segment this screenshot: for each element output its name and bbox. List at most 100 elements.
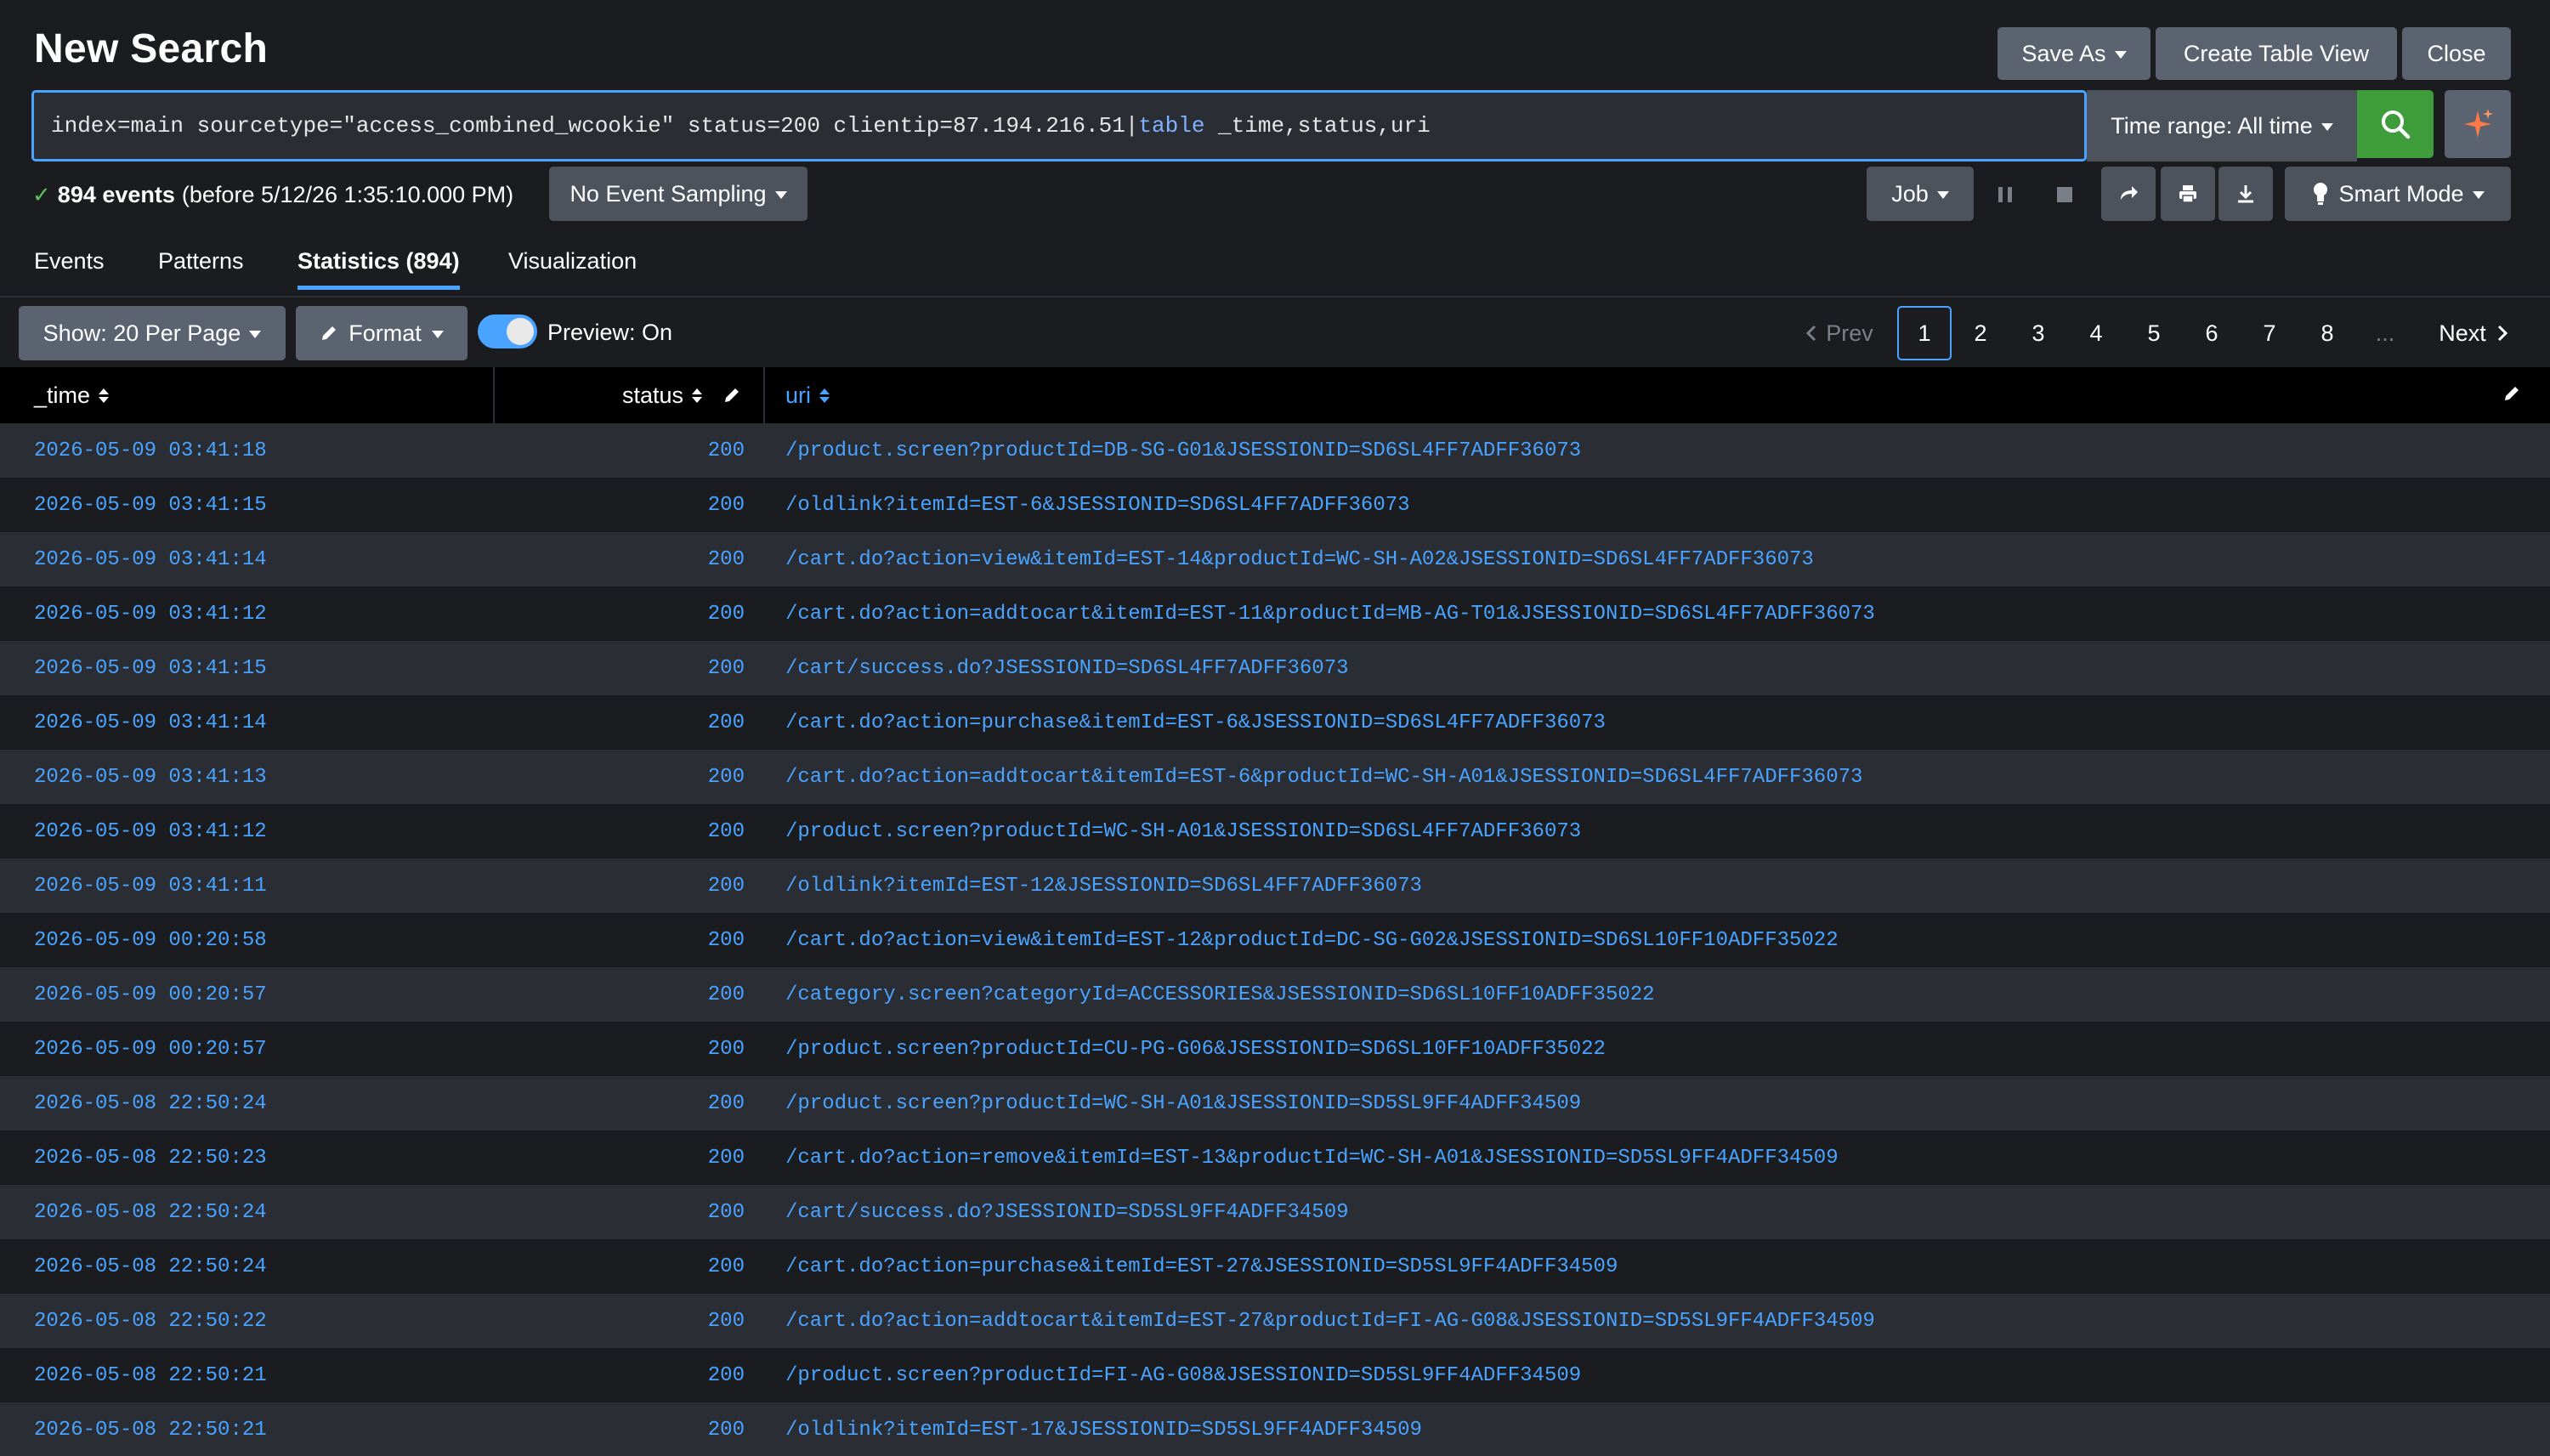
cell-status[interactable]: 200 (496, 478, 745, 532)
cell-uri[interactable]: /cart.do?action=view&itemId=EST-12&produ… (785, 913, 1839, 967)
time-range-picker[interactable]: Time range: All time (2087, 90, 2357, 161)
cell-uri[interactable]: /oldlink?itemId=EST-17&JSESSIONID=SD5SL9… (785, 1402, 1422, 1456)
cell-time[interactable]: 2026-05-09 00:20:58 (34, 913, 267, 967)
event-sampling-dropdown[interactable]: No Event Sampling (549, 167, 808, 221)
cell-status[interactable]: 200 (496, 1185, 745, 1239)
cell-uri[interactable]: /product.screen?productId=WC-SH-A01&JSES… (785, 804, 1581, 858)
cell-time[interactable]: 2026-05-09 00:20:57 (34, 967, 267, 1022)
page-button-6[interactable]: 6 (2184, 306, 2239, 360)
share-button[interactable] (2101, 167, 2156, 221)
sort-icon (692, 388, 702, 403)
cell-status[interactable]: 200 (496, 1076, 745, 1130)
cell-uri[interactable]: /product.screen?productId=CU-PG-G06&JSES… (785, 1022, 1606, 1076)
cell-uri[interactable]: /cart/success.do?JSESSIONID=SD6SL4FF7ADF… (785, 641, 1349, 695)
cell-time[interactable]: 2026-05-09 03:41:14 (34, 532, 267, 586)
search-button[interactable] (2357, 90, 2434, 158)
cell-status[interactable]: 200 (496, 695, 745, 750)
cell-uri[interactable]: /oldlink?itemId=EST-12&JSESSIONID=SD6SL4… (785, 858, 1422, 913)
cell-time[interactable]: 2026-05-08 22:50:24 (34, 1185, 267, 1239)
cell-time[interactable]: 2026-05-08 22:50:21 (34, 1402, 267, 1456)
cell-uri[interactable]: /product.screen?productId=FI-AG-G08&JSES… (785, 1348, 1581, 1402)
pencil-icon[interactable] (722, 386, 741, 405)
export-button[interactable] (2218, 167, 2273, 221)
cell-uri[interactable]: /cart.do?action=view&itemId=EST-14&produ… (785, 532, 1814, 586)
cell-uri[interactable]: /product.screen?productId=DB-SG-G01&JSES… (785, 423, 1581, 478)
print-button[interactable] (2161, 167, 2215, 221)
cell-uri[interactable]: /product.screen?productId=WC-SH-A01&JSES… (785, 1076, 1581, 1130)
cell-uri[interactable]: /cart/success.do?JSESSIONID=SD5SL9FF4ADF… (785, 1185, 1349, 1239)
page-button-3[interactable]: 3 (2011, 306, 2066, 360)
page-button-8[interactable]: 8 (2300, 306, 2354, 360)
cell-time[interactable]: 2026-05-08 22:50:24 (34, 1076, 267, 1130)
save-as-button[interactable]: Save As (1998, 27, 2150, 80)
cell-uri[interactable]: /oldlink?itemId=EST-6&JSESSIONID=SD6SL4F… (785, 478, 1410, 532)
table-row: 2026-05-09 03:41:13 200/cart.do?action=ad… (0, 750, 2550, 804)
pencil-icon[interactable] (2502, 384, 2521, 403)
cell-status[interactable]: 200 (496, 1402, 745, 1456)
cell-time[interactable]: 2026-05-09 00:20:57 (34, 1022, 267, 1076)
cell-status[interactable]: 200 (496, 641, 745, 695)
page-button-2[interactable]: 2 (1953, 306, 2008, 360)
cell-time[interactable]: 2026-05-09 03:41:12 (34, 586, 267, 641)
cell-status[interactable]: 200 (496, 423, 745, 478)
cell-status[interactable]: 200 (496, 913, 745, 967)
prev-page-button[interactable]: Prev (1797, 306, 1882, 360)
cell-time[interactable]: 2026-05-08 22:50:21 (34, 1348, 267, 1402)
save-as-label: Save As (2021, 40, 2106, 66)
stop-icon[interactable] (2052, 182, 2077, 207)
cell-status[interactable]: 200 (496, 1239, 745, 1294)
cell-status[interactable]: 200 (496, 1022, 745, 1076)
cell-time[interactable]: 2026-05-09 03:41:14 (34, 695, 267, 750)
page-button-5[interactable]: 5 (2127, 306, 2181, 360)
cell-uri[interactable]: /category.screen?categoryId=ACCESSORIES&… (785, 967, 1655, 1022)
cell-time[interactable]: 2026-05-08 22:50:22 (34, 1294, 267, 1348)
cell-time[interactable]: 2026-05-09 03:41:13 (34, 750, 267, 804)
cell-uri[interactable]: /cart.do?action=addtocart&itemId=EST-11&… (785, 586, 1875, 641)
page-button-7[interactable]: 7 (2242, 306, 2297, 360)
cell-status[interactable]: 200 (496, 586, 745, 641)
cell-time[interactable]: 2026-05-08 22:50:24 (34, 1239, 267, 1294)
tab-patterns[interactable]: Patterns (158, 248, 244, 290)
cell-uri[interactable]: /cart.do?action=purchase&itemId=EST-27&J… (785, 1239, 1618, 1294)
page-button-4[interactable]: 4 (2069, 306, 2123, 360)
cell-time[interactable]: 2026-05-09 03:41:11 (34, 858, 267, 913)
table-row: 2026-05-09 03:41:18 200/product.screen?pr… (0, 423, 2550, 478)
job-menu-button[interactable]: Job (1867, 167, 1974, 221)
search-input[interactable]: index=main sourcetype="access_combined_w… (31, 90, 2087, 161)
tab-events[interactable]: Events (34, 248, 105, 290)
cell-time[interactable]: 2026-05-08 22:50:23 (34, 1130, 267, 1185)
search-mode-dropdown[interactable]: Smart Mode (2285, 167, 2511, 221)
page-button-1[interactable]: 1 (1897, 306, 1952, 360)
cell-status[interactable]: 200 (496, 967, 745, 1022)
cell-status[interactable]: 200 (496, 1294, 745, 1348)
cell-status[interactable]: 200 (496, 1348, 745, 1402)
column-header-time[interactable]: _time (0, 367, 495, 423)
cell-time[interactable]: 2026-05-09 03:41:15 (34, 478, 267, 532)
table-row: 2026-05-09 03:41:12 200/cart.do?action=ad… (0, 586, 2550, 641)
pause-icon[interactable] (1992, 182, 2018, 207)
cell-time[interactable]: 2026-05-09 03:41:18 (34, 423, 267, 478)
cell-uri[interactable]: /cart.do?action=remove&itemId=EST-13&pro… (785, 1130, 1839, 1185)
cell-time[interactable]: 2026-05-09 03:41:12 (34, 804, 267, 858)
tab-statistics[interactable]: Statistics (894) (298, 248, 460, 290)
cell-time[interactable]: 2026-05-09 03:41:15 (34, 641, 267, 695)
chevron-left-icon (1806, 325, 1816, 342)
next-page-button[interactable]: Next (2431, 306, 2516, 360)
cell-uri[interactable]: /cart.do?action=purchase&itemId=EST-6&JS… (785, 695, 1606, 750)
ai-assistant-button[interactable] (2445, 90, 2511, 158)
cell-status[interactable]: 200 (496, 750, 745, 804)
cell-uri[interactable]: /cart.do?action=addtocart&itemId=EST-6&p… (785, 750, 1862, 804)
tab-visualization[interactable]: Visualization (508, 248, 637, 290)
column-time-label: _time (34, 382, 91, 408)
create-table-view-button[interactable]: Create Table View (2156, 27, 2397, 80)
close-button[interactable]: Close (2402, 27, 2511, 80)
table-row: 2026-05-09 00:20:57 200/category.screen?c… (0, 967, 2550, 1022)
cell-status[interactable]: 200 (496, 532, 745, 586)
cell-status[interactable]: 200 (496, 804, 745, 858)
cell-status[interactable]: 200 (496, 858, 745, 913)
cell-status[interactable]: 200 (496, 1130, 745, 1185)
column-header-status[interactable]: status (496, 367, 765, 423)
chevron-down-icon (2472, 190, 2485, 199)
column-header-uri[interactable]: uri (767, 367, 2550, 423)
cell-uri[interactable]: /cart.do?action=addtocart&itemId=EST-27&… (785, 1294, 1875, 1348)
